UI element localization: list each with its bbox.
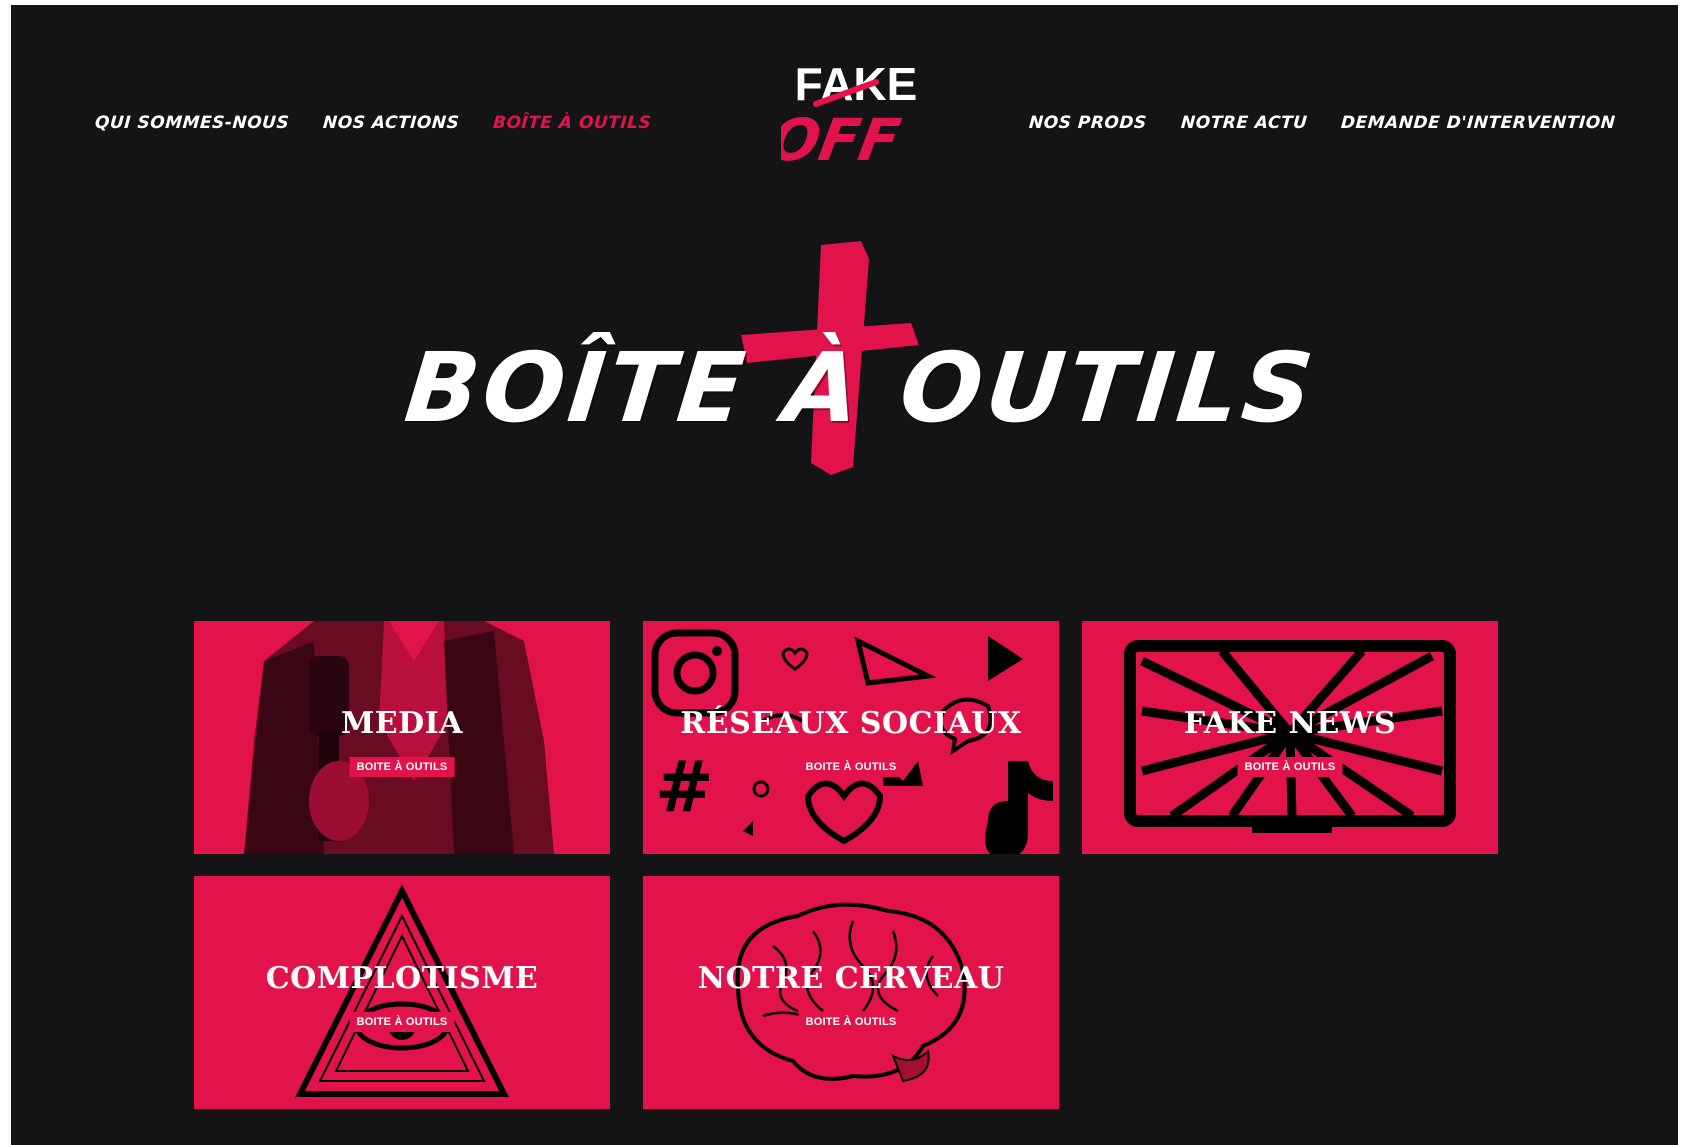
- tile-fake-news[interactable]: FAKE NEWS BOITE À OUTILS: [1082, 621, 1498, 854]
- fake-off-logo-image: FAKE OFF: [765, 58, 918, 174]
- svg-text:FAKE: FAKE: [795, 60, 918, 110]
- tile-complotisme[interactable]: COMPLOTISME BOITE À OUTILS: [194, 876, 610, 1109]
- nav-right: NOS PRODS NOTRE ACTU DEMANDE D'INTERVENT…: [1028, 113, 1616, 133]
- nav-item-boite-a-outils[interactable]: BOÎTE À OUTILS: [493, 113, 653, 133]
- tile-badge[interactable]: BOITE À OUTILS: [1237, 757, 1343, 777]
- tile-badge[interactable]: BOITE À OUTILS: [798, 1012, 904, 1032]
- tile-badge[interactable]: BOITE À OUTILS: [798, 757, 904, 777]
- nav-left: QUI SOMMES-NOUS NOS ACTIONS BOÎTE À OUTI…: [94, 113, 653, 133]
- nav-item-qui-sommes-nous[interactable]: QUI SOMMES-NOUS: [94, 113, 290, 133]
- fake-off-logo[interactable]: FAKE OFF: [765, 58, 931, 180]
- svg-text:#: #: [655, 746, 714, 828]
- page: QUI SOMMES-NOUS NOS ACTIONS BOÎTE À OUTI…: [11, 5, 1678, 1145]
- tile-title: NOTRE CERVEAU: [697, 961, 1005, 996]
- tile-notre-cerveau[interactable]: NOTRE CERVEAU BOITE À OUTILS: [643, 876, 1059, 1109]
- tile-title: FAKE NEWS: [1183, 706, 1397, 741]
- tile-title: MEDIA: [341, 706, 463, 741]
- tile-badge[interactable]: BOITE À OUTILS: [349, 757, 455, 777]
- nav-item-nos-prods[interactable]: NOS PRODS: [1028, 113, 1147, 133]
- tile-badge[interactable]: BOITE À OUTILS: [349, 1012, 455, 1032]
- tile-reseaux-sociaux[interactable]: # RÉSEAUX SOCIAUX BOITE À OUTILS: [643, 621, 1059, 854]
- tile-title: COMPLOTISME: [265, 961, 539, 996]
- page-title: BOÎTE À OUTILS: [400, 332, 1322, 444]
- nav-item-nos-actions[interactable]: NOS ACTIONS: [322, 113, 460, 133]
- svg-text:OFF: OFF: [781, 106, 905, 173]
- nav-item-demande-intervention[interactable]: DEMANDE D'INTERVENTION: [1340, 113, 1616, 133]
- nav-item-notre-actu[interactable]: NOTRE ACTU: [1180, 113, 1308, 133]
- tile-media[interactable]: MEDIA BOITE À OUTILS: [194, 621, 610, 854]
- tile-title: RÉSEAUX SOCIAUX: [680, 706, 1022, 741]
- hero: BOÎTE À OUTILS: [391, 237, 1331, 507]
